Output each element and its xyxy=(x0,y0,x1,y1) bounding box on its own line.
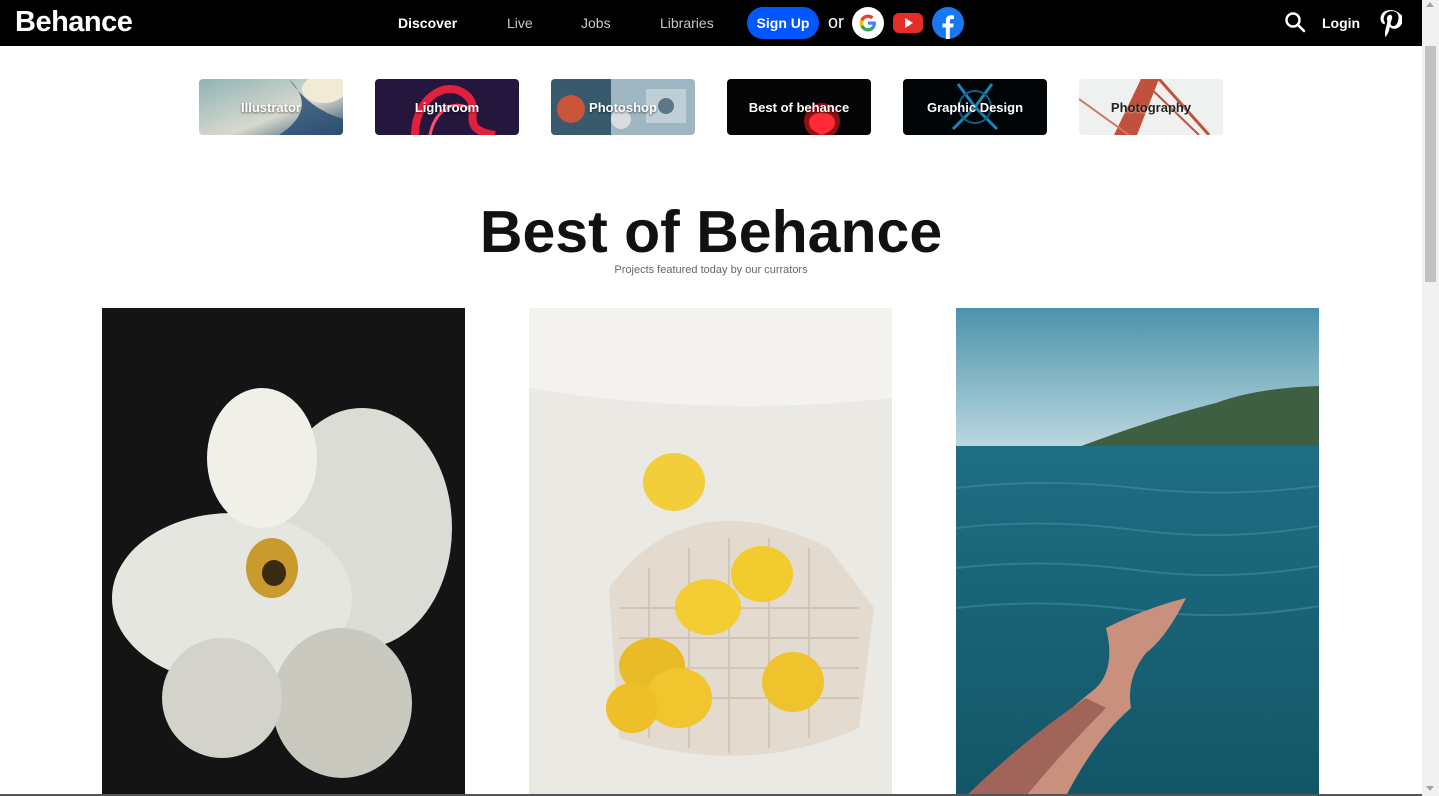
login-link[interactable]: Login xyxy=(1322,15,1360,31)
or-label: or xyxy=(828,12,845,32)
project-card-orchid[interactable] xyxy=(102,308,465,796)
category-label: Photography xyxy=(1110,99,1192,115)
google-icon[interactable] xyxy=(852,7,884,39)
search-icon[interactable] xyxy=(1284,11,1306,38)
category-photography[interactable]: Photography xyxy=(1079,79,1223,135)
category-best-of-behance[interactable]: Best of behance xyxy=(727,79,871,135)
project-card-lemons[interactable] xyxy=(529,308,892,796)
nav-discover[interactable]: Discover xyxy=(398,15,457,31)
pinterest-icon[interactable] xyxy=(1378,9,1404,42)
category-label: Lightroom xyxy=(414,99,480,115)
page-title: Best of Behance xyxy=(479,199,943,265)
scroll-down-arrow-icon[interactable] xyxy=(1426,786,1434,791)
category-label: Illustrator xyxy=(241,99,301,115)
behance-logo[interactable]: Behance xyxy=(15,6,133,39)
nav-jobs[interactable]: Jobs xyxy=(581,15,611,31)
scroll-thumb[interactable] xyxy=(1425,46,1436,282)
scroll-up-arrow-icon[interactable] xyxy=(1426,2,1434,7)
category-illustrator[interactable]: Illustrator xyxy=(199,79,343,135)
project-card-ocean[interactable] xyxy=(956,308,1319,796)
ocean-image xyxy=(956,308,1319,796)
category-graphic-design[interactable]: Graphic Design xyxy=(903,79,1047,135)
category-label: Graphic Design xyxy=(926,99,1024,115)
lemons-image xyxy=(529,308,892,796)
page-subtitle: Projects featured today by our currators xyxy=(614,264,808,276)
category-label: Photoshop xyxy=(589,99,657,115)
top-navigation-bar: Behance Discover Live Jobs Libraries Sig… xyxy=(0,0,1422,46)
category-lightroom[interactable]: Lightroom xyxy=(375,79,519,135)
facebook-icon[interactable] xyxy=(932,7,964,40)
nav-live[interactable]: Live xyxy=(507,15,533,31)
orchid-image xyxy=(102,308,465,796)
category-label: Best of behance xyxy=(748,99,850,115)
nav-libraries[interactable]: Libraries xyxy=(660,15,714,31)
sign-up-button[interactable]: Sign Up xyxy=(747,7,819,39)
vertical-scrollbar[interactable] xyxy=(1422,0,1439,796)
category-photoshop[interactable]: Photoshop xyxy=(551,79,695,135)
youtube-icon[interactable] xyxy=(892,7,924,39)
